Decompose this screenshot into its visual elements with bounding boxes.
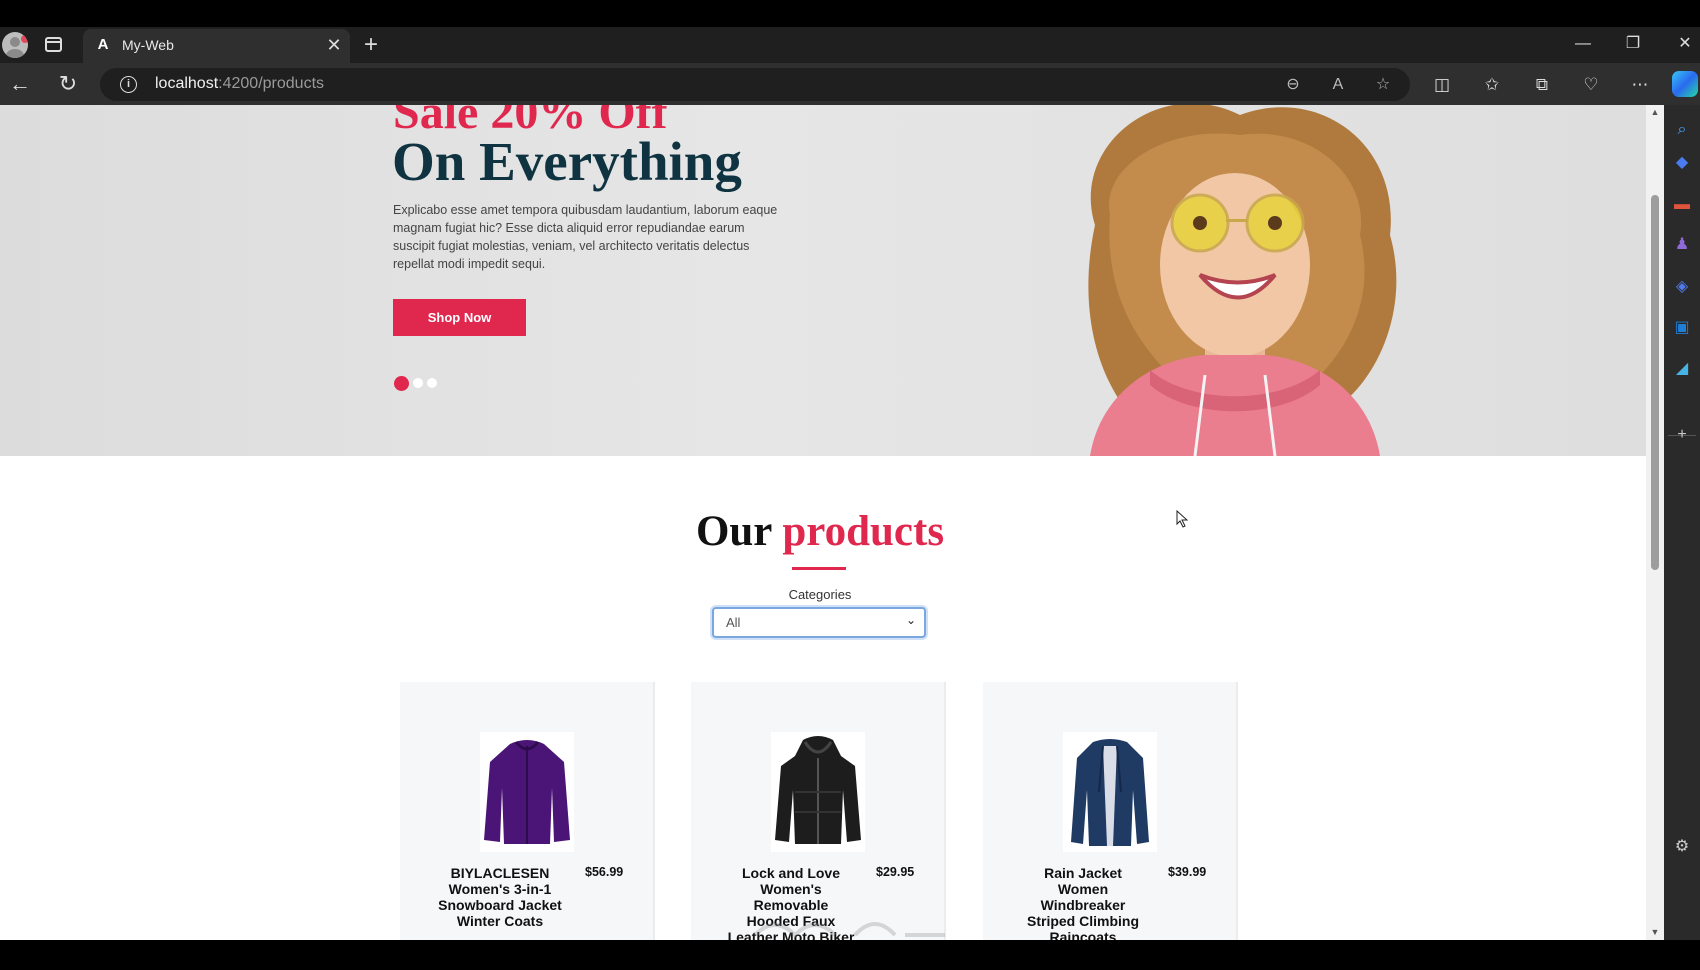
more-icon[interactable]: ⋯ xyxy=(1628,73,1652,97)
notification-dot xyxy=(21,35,28,43)
product-name: Rain Jacket Women Windbreaker Striped Cl… xyxy=(1027,865,1139,940)
product-card[interactable]: BIYLACLESEN Women's 3-in-1 Snowboard Jac… xyxy=(400,682,655,940)
product-image xyxy=(771,732,865,852)
reload-button[interactable]: ↻ xyxy=(56,71,80,97)
tools-icon[interactable]: ▬ xyxy=(1672,195,1692,215)
minimize-icon[interactable]: — xyxy=(1570,31,1596,57)
url-host: localhost xyxy=(155,75,219,92)
hero-model-image xyxy=(1088,105,1397,456)
scroll-up-icon[interactable]: ▲ xyxy=(1649,107,1661,117)
info-icon[interactable]: i xyxy=(120,76,137,93)
heading-underline xyxy=(792,567,846,570)
products-heading-main: Our xyxy=(695,508,772,555)
games-icon[interactable]: ♟ xyxy=(1672,235,1692,255)
url-path: :4200/products xyxy=(218,75,325,92)
product-card[interactable]: Lock and Love Women's Removable Hooded F… xyxy=(691,682,946,940)
add-icon[interactable]: + xyxy=(1672,425,1692,445)
screen-bottom-band xyxy=(0,940,1700,970)
browser-tab[interactable]: A My-Web ✕ xyxy=(83,29,350,63)
page-viewport: Sale 20% Off On Everything Explicabo ess… xyxy=(0,105,1646,940)
profile-avatar[interactable] xyxy=(2,32,28,58)
product-name: BIYLACLESEN Women's 3-in-1 Snowboard Jac… xyxy=(438,865,562,929)
hero-banner: Sale 20% Off On Everything Explicabo ess… xyxy=(0,105,1646,456)
angular-favicon-icon: A xyxy=(97,36,109,53)
carousel-dot-2[interactable] xyxy=(413,378,423,388)
watermark-logo xyxy=(753,922,945,938)
shopping-tag-icon[interactable]: ◆ xyxy=(1672,153,1692,173)
edge-sidebar: ⌕ ◆ ▬ ♟ ◈ ▣ ◢ + ⚙ xyxy=(1664,105,1700,940)
close-window-icon[interactable]: ✕ xyxy=(1672,31,1698,57)
browser-tabstrip: A My-Web ✕ + — ❐ ✕ xyxy=(0,27,1700,63)
product-price: $56.99 xyxy=(585,865,624,879)
hero-title: On Everything xyxy=(392,131,742,192)
collections-icon[interactable]: ⧉ xyxy=(1530,73,1554,97)
category-select-value: All xyxy=(726,615,741,630)
restore-icon[interactable]: ❐ xyxy=(1620,31,1646,57)
address-bar[interactable]: i localhost:4200/products ⊖ A ☆ xyxy=(100,68,1410,101)
zoom-out-icon[interactable]: ⊖ xyxy=(1282,74,1304,96)
search-icon[interactable]: ⌕ xyxy=(1672,120,1692,140)
back-button[interactable]: ← xyxy=(8,71,32,97)
tab-title: My-Web xyxy=(122,37,174,53)
new-tab-button[interactable]: + xyxy=(360,31,382,59)
products-heading-accent: products xyxy=(782,508,945,555)
product-price: $29.95 xyxy=(876,865,915,879)
carousel-dot-3[interactable] xyxy=(427,378,437,388)
favorite-star-icon[interactable]: ☆ xyxy=(1372,74,1394,96)
products-heading: Our products xyxy=(0,507,1640,556)
product-price: $39.99 xyxy=(1168,865,1207,879)
scrollbar-thumb[interactable] xyxy=(1651,195,1659,570)
tab-actions-icon[interactable] xyxy=(45,37,62,52)
url-text[interactable]: localhost:4200/products xyxy=(155,75,324,93)
browser-toolbar: ← ↻ i localhost:4200/products ⊖ A ☆ ◫ ✩ … xyxy=(0,63,1700,105)
split-screen-icon[interactable]: ◫ xyxy=(1430,73,1454,97)
outlook-icon[interactable]: ▣ xyxy=(1672,318,1692,338)
scroll-down-icon[interactable]: ▼ xyxy=(1649,927,1661,937)
shop-now-button[interactable]: Shop Now xyxy=(393,299,526,336)
chevron-down-icon: ⌄ xyxy=(905,613,916,627)
categories-label: Categories xyxy=(788,587,852,602)
tab-close-icon[interactable]: ✕ xyxy=(323,34,345,56)
product-image xyxy=(1063,732,1157,852)
screen-top-band xyxy=(0,0,1700,27)
favorites-icon[interactable]: ✩ xyxy=(1480,73,1504,97)
category-select[interactable]: All ⌄ xyxy=(712,607,926,638)
office-icon[interactable]: ◈ xyxy=(1672,277,1692,297)
product-card[interactable]: Rain Jacket Women Windbreaker Striped Cl… xyxy=(983,682,1238,940)
product-image xyxy=(480,732,574,852)
browser-essentials-icon[interactable]: ♡ xyxy=(1579,73,1603,97)
send-icon[interactable]: ◢ xyxy=(1672,359,1692,379)
read-aloud-icon[interactable]: A xyxy=(1327,74,1349,96)
mouse-cursor-icon xyxy=(1176,510,1188,528)
copilot-icon[interactable] xyxy=(1672,71,1698,97)
page-scrollbar[interactable]: ▲ ▼ xyxy=(1646,105,1664,940)
carousel-dot-1[interactable] xyxy=(394,376,409,391)
hero-description: Explicabo esse amet tempora quibusdam la… xyxy=(393,203,778,271)
settings-gear-icon[interactable]: ⚙ xyxy=(1672,837,1692,857)
